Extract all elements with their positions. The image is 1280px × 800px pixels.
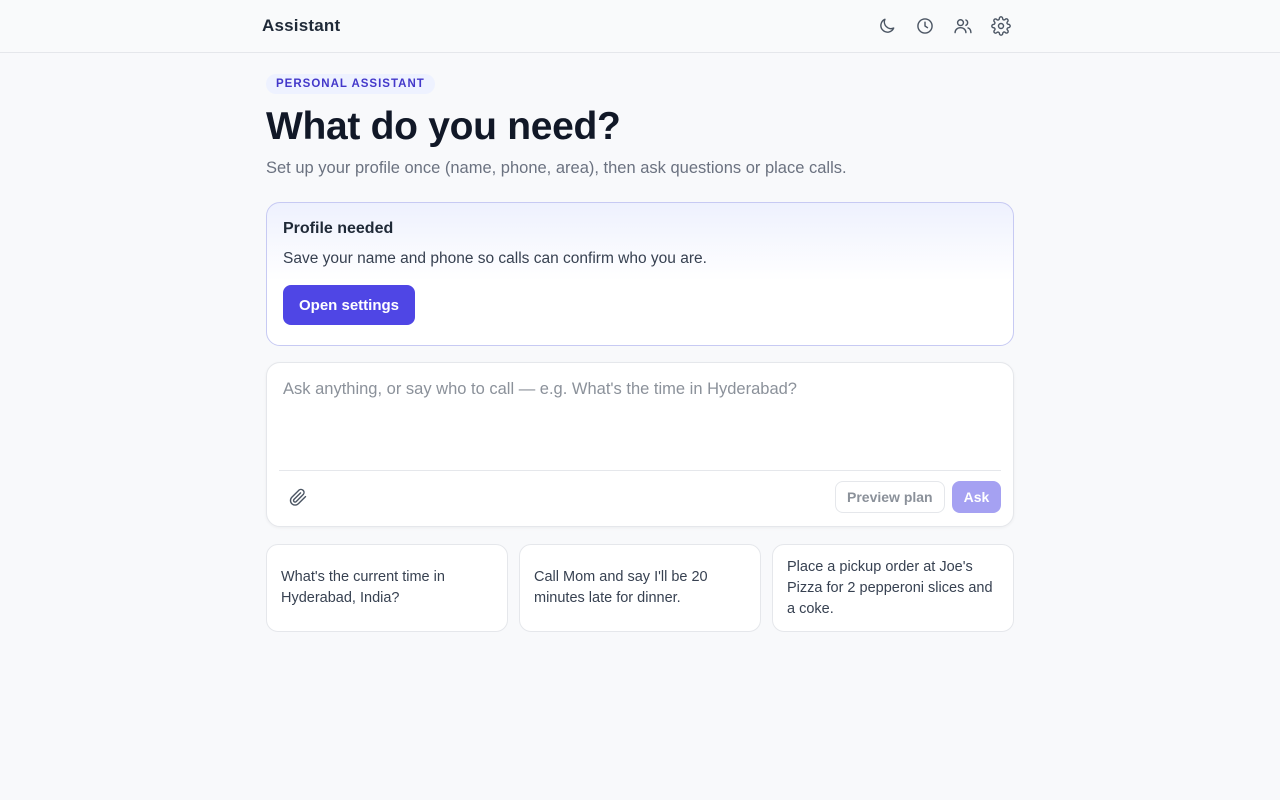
eyebrow-badge: PERSONAL ASSISTANT bbox=[266, 74, 435, 94]
gear-icon bbox=[991, 16, 1011, 36]
page-title: What do you need? bbox=[266, 105, 621, 148]
open-settings-button[interactable]: Open settings bbox=[283, 285, 416, 325]
profile-card-text: Save your name and phone so calls can co… bbox=[283, 250, 707, 267]
history-button[interactable] bbox=[908, 11, 942, 41]
moon-icon bbox=[880, 18, 895, 33]
profile-needed-card: Profile needed Save your name and phone … bbox=[266, 202, 1014, 346]
header-actions bbox=[870, 11, 1018, 41]
preview-plan-button[interactable]: Preview plan bbox=[835, 481, 945, 513]
app-title: Assistant bbox=[262, 16, 341, 35]
settings-button[interactable] bbox=[984, 11, 1018, 41]
ask-button[interactable]: Ask bbox=[952, 481, 1001, 513]
suggestion-card[interactable]: What's the current time in Hyderabad, In… bbox=[266, 544, 508, 632]
prompt-input[interactable] bbox=[283, 380, 999, 460]
clock-icon bbox=[917, 18, 933, 34]
main-content: PERSONAL ASSISTANT What do you need? Set… bbox=[266, 74, 1014, 632]
page-subtitle: Set up your profile once (name, phone, a… bbox=[266, 159, 847, 177]
composer: Preview plan Ask bbox=[266, 362, 1014, 527]
attach-button[interactable] bbox=[285, 484, 311, 510]
profile-card-title: Profile needed bbox=[283, 220, 394, 237]
suggestions: What's the current time in Hyderabad, In… bbox=[266, 544, 1014, 632]
suggestion-card[interactable]: Place a pickup order at Joe's Pizza for … bbox=[772, 544, 1014, 632]
composer-divider bbox=[279, 470, 1001, 471]
users-icon bbox=[954, 19, 972, 34]
theme-toggle-button[interactable] bbox=[870, 11, 904, 41]
top-bar: Assistant bbox=[0, 0, 1280, 53]
paperclip-icon bbox=[289, 488, 307, 506]
contacts-button[interactable] bbox=[946, 11, 980, 41]
suggestion-card[interactable]: Call Mom and say I'll be 20 minutes late… bbox=[519, 544, 761, 632]
